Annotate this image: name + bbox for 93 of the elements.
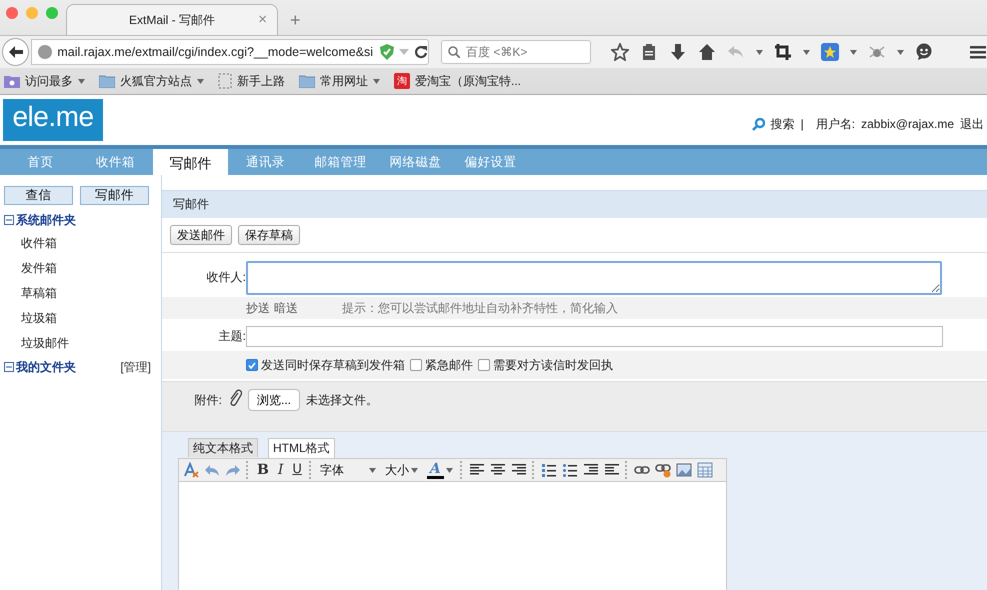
field-label: 收件人: (206, 269, 246, 286)
field-label: 附件: (194, 392, 222, 409)
sidebar-button[interactable]: 查信 (4, 186, 73, 205)
back-arrow-icon (8, 46, 23, 58)
folder-icon (299, 74, 315, 88)
editor-tab[interactable]: HTML格式 (268, 438, 335, 458)
bold-button[interactable]: B (255, 461, 271, 479)
editor-tab[interactable]: 纯文本格式 (188, 438, 258, 457)
bullet-list-icon[interactable] (562, 462, 578, 478)
caret-icon (410, 468, 418, 472)
dropdown-icon (850, 50, 857, 54)
shield-icon (380, 44, 394, 60)
back-button[interactable] (2, 38, 30, 66)
recipient-field[interactable] (246, 260, 942, 294)
logout-link[interactable]: 退出 (960, 116, 984, 132)
section-title: 写邮件 (162, 190, 987, 218)
bookmark-link[interactable]: 火狐官方站点 (120, 72, 192, 90)
new-tab-button[interactable]: + (290, 10, 301, 31)
paperclip-icon (228, 389, 242, 407)
bookmark-link[interactable]: 爱淘宝（原淘宝特... (415, 72, 522, 90)
folder-icon (4, 74, 20, 88)
collapse-icon[interactable] (4, 215, 14, 225)
hint-text: 提示：您可以尝试邮件地址自动补齐特性，简化输入 (342, 300, 618, 316)
folder-item[interactable]: 垃圾邮件 (4, 331, 161, 356)
window-control-icon[interactable] (6, 7, 18, 19)
ordered-list-icon[interactable] (540, 462, 557, 478)
logo: ele.me (3, 99, 103, 141)
unlink-icon[interactable] (654, 462, 671, 478)
folder-group[interactable]: 系统邮件夹 (16, 212, 76, 228)
font-color-button[interactable]: A (424, 461, 455, 479)
italic-button[interactable]: I (276, 461, 286, 479)
address-bar[interactable]: mail.rajax.me/extmail/cgi/index.cgi?__mode=welcome&si (31, 39, 429, 65)
username: zabbix@rajax.me (861, 117, 954, 131)
star-badge-icon[interactable] (821, 43, 839, 61)
search-icon (448, 46, 460, 58)
globe-icon (38, 45, 52, 59)
search-link[interactable]: 搜索 (770, 116, 795, 132)
dropdown-icon (756, 50, 763, 54)
caret-icon (368, 468, 376, 472)
folder-item[interactable]: 垃圾箱 (4, 306, 161, 331)
font-select[interactable]: 字体 (318, 461, 378, 479)
reload-icon[interactable] (414, 45, 428, 59)
search-field[interactable]: 百度 <⌘K> (441, 40, 591, 64)
sidebar-button[interactable]: 写邮件 (80, 186, 149, 205)
url-text: mail.rajax.me/extmail/cgi/index.cgi?__mode=welcome&si (57, 45, 374, 59)
cc-link[interactable]: 抄送 (246, 300, 270, 316)
checkbox[interactable] (410, 359, 422, 371)
chat-face-icon[interactable] (915, 43, 933, 61)
page-icon (218, 73, 232, 89)
underline-button[interactable]: U (290, 461, 304, 479)
folder-group[interactable]: 我的文件夹 (16, 358, 76, 376)
folder-item[interactable]: 发件箱 (4, 256, 161, 281)
separator-text: | (800, 117, 804, 131)
home-icon[interactable] (698, 43, 716, 61)
clipboard-icon[interactable] (640, 43, 658, 61)
bookmark-link[interactable]: 访问最多 (25, 72, 73, 90)
clear-format-icon[interactable] (183, 462, 199, 478)
download-icon[interactable] (669, 43, 687, 61)
size-select[interactable]: 大小 (382, 461, 420, 479)
username-label: 用户名: (816, 116, 856, 132)
toolbar-button[interactable]: 发送邮件 (170, 225, 232, 245)
folder-item[interactable]: 收件箱 (4, 231, 161, 256)
image-icon[interactable] (676, 462, 692, 478)
browse-button[interactable]: 浏览... (248, 389, 300, 411)
folder-icon (99, 74, 115, 88)
checkbox[interactable] (246, 359, 258, 371)
dropdown-icon (803, 50, 810, 54)
file-status: 未选择文件。 (306, 392, 378, 409)
check-icon (248, 362, 256, 368)
browser-tab[interactable]: ExtMail - 写邮件 × (66, 4, 278, 35)
checkbox-label: 需要对方读信时发回执 (493, 356, 613, 374)
folder-item[interactable]: 草稿箱 (4, 281, 161, 306)
toolbar-button[interactable]: 保存草稿 (238, 225, 300, 245)
checkbox-label: 发送同时保存草稿到发件箱 (261, 356, 405, 374)
checkbox-label: 紧急邮件 (425, 356, 473, 374)
checkbox[interactable] (478, 359, 490, 371)
collapse-icon[interactable] (4, 362, 14, 372)
menu-icon[interactable] (969, 43, 987, 61)
manage-link[interactable]: [管理] (120, 358, 151, 376)
tab-title: ExtMail - 写邮件 (128, 12, 215, 28)
bcc-link[interactable]: 暗送 (274, 300, 298, 316)
subject-field[interactable] (246, 326, 943, 346)
search-icon[interactable] (752, 118, 765, 130)
crop-icon[interactable] (774, 43, 792, 61)
bookmark-link[interactable]: 新手上路 (237, 72, 285, 90)
nav-tab[interactable]: 写邮件 (153, 149, 228, 176)
star-icon[interactable] (611, 43, 629, 61)
field-label: 主题: (218, 328, 246, 344)
bookmark-link[interactable]: 常用网址 (320, 72, 368, 90)
caret-icon (446, 468, 453, 472)
taobao-icon: 淘 (394, 73, 410, 89)
dropdown-icon (897, 50, 904, 54)
table-icon[interactable] (696, 462, 713, 478)
